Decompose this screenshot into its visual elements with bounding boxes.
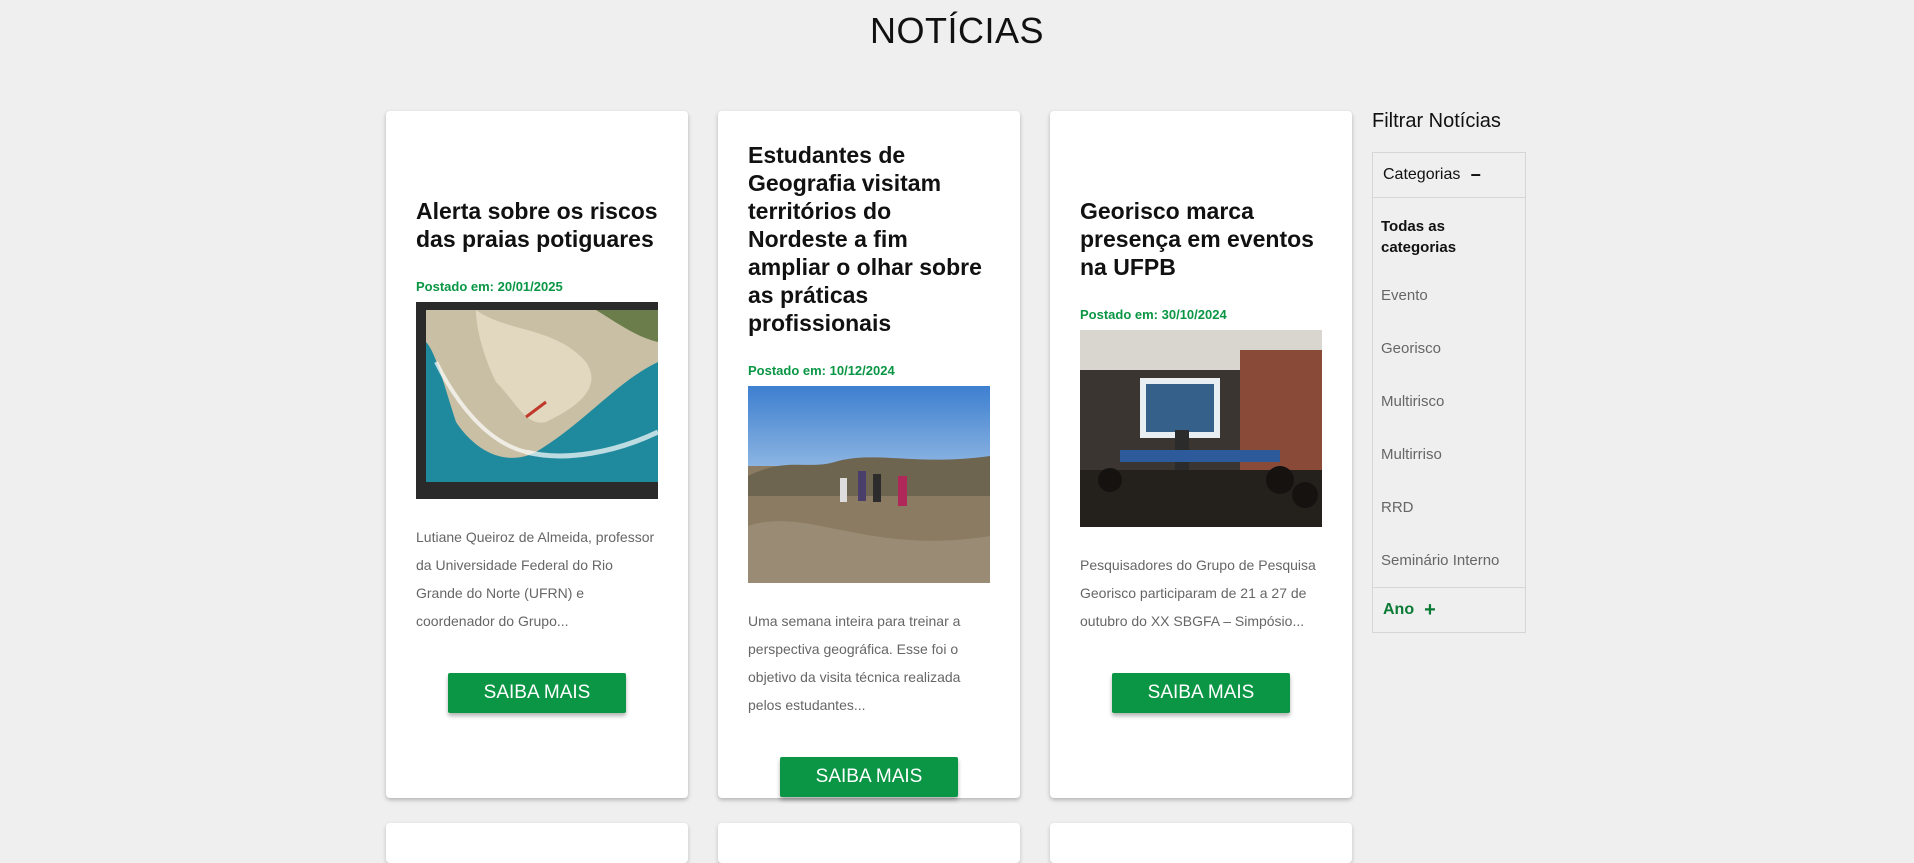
news-title[interactable]: Georisco marca presença em eventos na UF… — [1080, 197, 1322, 281]
news-date: Postado em: 20/01/2025 — [416, 279, 563, 294]
news-excerpt: Uma semana inteira para treinar a perspe… — [748, 613, 961, 713]
category-item-evento[interactable]: Evento — [1381, 269, 1517, 322]
news-card — [1050, 823, 1352, 863]
plus-icon: + — [1424, 598, 1436, 621]
news-card: Estudantes de Geografia visitam territór… — [718, 111, 1020, 798]
category-item-seminario-interno[interactable]: Seminário Interno — [1381, 534, 1517, 587]
news-excerpt: Pesquisadores do Grupo de Pesquisa Geori… — [1080, 557, 1316, 629]
news-card: Georisco marca presença em eventos na UF… — [1050, 111, 1352, 798]
news-card — [718, 823, 1020, 863]
news-card: Alerta sobre os riscos das praias potigu… — [386, 111, 688, 798]
category-item-multirrisco[interactable]: Multirriso — [1381, 428, 1517, 481]
category-item-rrd[interactable]: RRD — [1381, 481, 1517, 534]
filter-heading: Filtrar Notícias — [1372, 110, 1501, 132]
news-excerpt: Lutiane Queiroz de Almeida, professor da… — [416, 529, 655, 629]
news-image-field-trip[interactable] — [748, 386, 990, 583]
category-item-todas[interactable]: Todas as categorias — [1381, 198, 1517, 269]
categories-toggle[interactable]: Categorias − — [1373, 153, 1525, 198]
categories-label: Categorias — [1383, 166, 1461, 183]
news-image-beach[interactable] — [416, 302, 658, 499]
news-card — [386, 823, 688, 863]
saiba-mais-button[interactable]: SAIBA MAIS — [448, 673, 626, 713]
news-date: Postado em: 30/10/2024 — [1080, 307, 1227, 322]
news-image-auditorium[interactable] — [1080, 330, 1322, 527]
news-date: Postado em: 10/12/2024 — [748, 363, 895, 378]
page-title: NOTÍCIAS — [869, 10, 1044, 51]
category-item-georisco[interactable]: Georisco — [1381, 322, 1517, 375]
news-title[interactable]: Alerta sobre os riscos das praias potigu… — [416, 197, 658, 253]
saiba-mais-button[interactable]: SAIBA MAIS — [780, 757, 958, 797]
year-toggle[interactable]: Ano + — [1373, 587, 1525, 632]
saiba-mais-button[interactable]: SAIBA MAIS — [1112, 673, 1290, 713]
year-label: Ano — [1383, 601, 1415, 618]
news-title[interactable]: Estudantes de Geografia visitam territór… — [748, 141, 990, 337]
filter-panel: Categorias − Todas as categorias Evento … — [1372, 152, 1526, 633]
category-item-multirisco[interactable]: Multirisco — [1381, 375, 1517, 428]
minus-icon: − — [1470, 164, 1481, 185]
category-list: Todas as categorias Evento Georisco Mult… — [1373, 198, 1525, 587]
